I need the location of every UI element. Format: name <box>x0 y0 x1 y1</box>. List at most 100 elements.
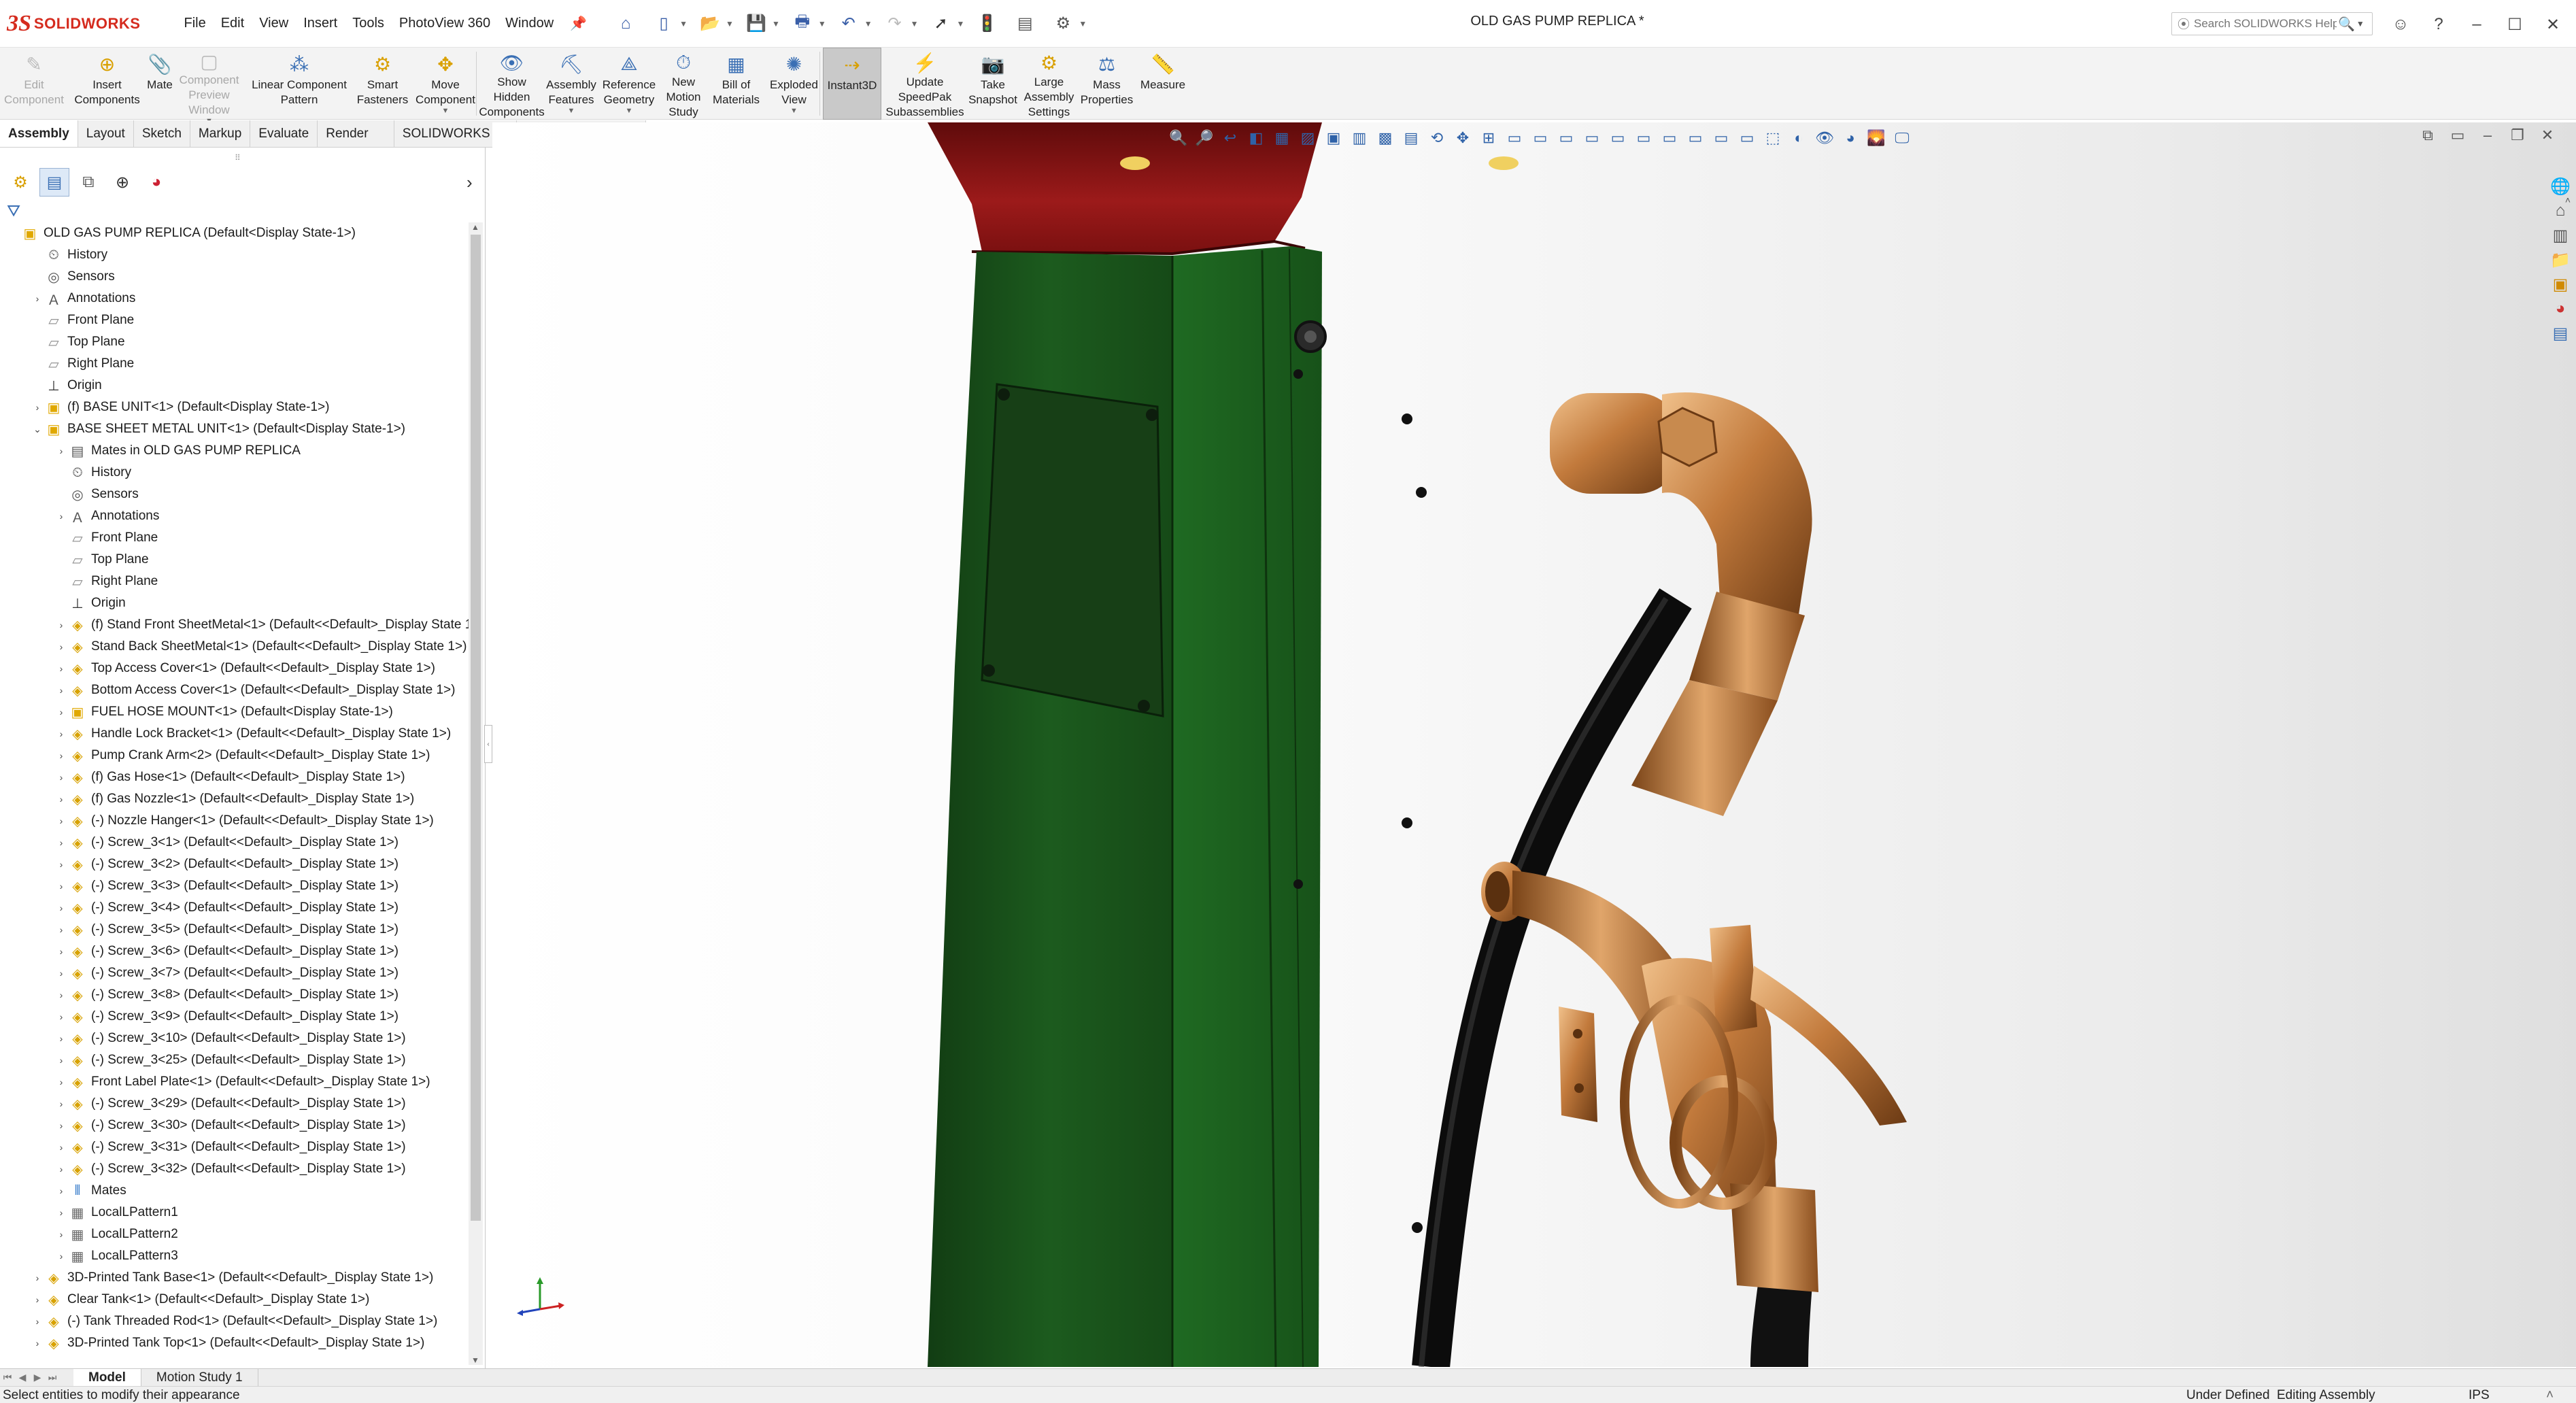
split-view-icon[interactable]: ▭ <box>2443 126 2473 144</box>
home-icon[interactable]: ⌂ <box>613 11 639 37</box>
nozzle-lever[interactable] <box>1750 966 1907 1126</box>
tree-item[interactable]: › ◈ (-) Screw_3<29> (Default<<Default>_Dis… <box>0 1093 469 1115</box>
solidworks-resources-icon[interactable]: 🌐 <box>2547 174 2573 199</box>
chevron-down-icon[interactable]: ▼ <box>957 19 965 29</box>
tree-item[interactable]: › ◈ Clear Tank<1> (Default<<Default>_Displ… <box>0 1289 469 1311</box>
tree-item[interactable]: › ◈ (-) Screw_3<2> (Default<<Default>_Disp… <box>0 853 469 875</box>
linear-pattern-button[interactable]: ⁂ Linear Component Pattern <box>245 48 354 120</box>
reference-geometry-button[interactable]: ⟁ Reference Geometry ▼ <box>598 48 660 120</box>
expand-toggle-icon[interactable]: › <box>31 1338 44 1349</box>
filter-icon[interactable]: ⛛ <box>7 202 20 221</box>
redo-icon[interactable]: ↷ <box>882 11 908 37</box>
tree-item[interactable]: › ◈ (-) Screw_3<1> (Default<<Default>_Disp… <box>0 832 469 853</box>
expand-toggle-icon[interactable]: › <box>54 946 68 957</box>
expand-toggle-icon[interactable]: › <box>54 707 68 717</box>
tree-item[interactable]: › ◈ Handle Lock Bracket<1> (Default<<Defau… <box>0 723 469 745</box>
expand-toggle-icon[interactable]: › <box>54 1185 68 1196</box>
appearance-sphere-icon[interactable]: ◕ <box>1837 126 1863 150</box>
standard-view-6-icon[interactable]: ▭ <box>1631 126 1657 150</box>
expand-toggle-icon[interactable]: › <box>54 1164 68 1174</box>
expand-toggle-icon[interactable]: › <box>54 924 68 935</box>
expand-toggle-icon[interactable]: › <box>54 1011 68 1022</box>
motion-study-button[interactable]: ⏱ New Motion Study <box>660 48 707 120</box>
standard-view-7-icon[interactable]: ▭ <box>1657 126 1682 150</box>
standard-view-3-icon[interactable]: ▭ <box>1553 126 1579 150</box>
standard-view-9-icon[interactable]: ▭ <box>1708 126 1734 150</box>
maximize-icon[interactable]: ☐ <box>2501 11 2528 38</box>
expand-toggle-icon[interactable]: › <box>54 1251 68 1262</box>
chevron-down-icon[interactable]: ▼ <box>726 19 734 29</box>
smart-fasteners-button[interactable]: ⚙ Smart Fasteners <box>354 48 411 120</box>
tree-item[interactable]: › ▣ FUEL HOSE MOUNT<1> (Default<Display St… <box>0 701 469 723</box>
previous-view-icon[interactable]: ↩ <box>1217 126 1243 150</box>
orientation-cube-icon[interactable]: ⬚ <box>1760 126 1786 150</box>
menu-edit[interactable]: Edit <box>221 16 244 31</box>
expand-toggle-icon[interactable]: › <box>54 772 68 783</box>
menu-insert[interactable]: Insert <box>303 16 337 31</box>
dimxpert-tab-icon[interactable]: ⊕ <box>107 168 137 197</box>
tree-item[interactable]: › ▤ Mates in OLD GAS PUMP REPLICA <box>0 440 469 462</box>
menu-file[interactable]: File <box>184 16 205 31</box>
tab-markup[interactable]: Markup <box>190 120 251 147</box>
gas-pump-model[interactable] <box>492 122 2576 1367</box>
tree-item[interactable]: ▣ OLD GAS PUMP REPLICA (Default<Display S… <box>0 222 469 244</box>
save-icon[interactable]: 💾 <box>743 11 769 37</box>
tile-window-icon[interactable]: ⧉ <box>2413 126 2443 144</box>
bill-of-materials-button[interactable]: ▦ Bill of Materials <box>707 48 765 120</box>
panel-grip-icon[interactable]: ⠿ <box>235 153 241 163</box>
expand-toggle-icon[interactable]: › <box>31 1272 44 1283</box>
snapshot-button[interactable]: 📷 Take Snapshot <box>966 48 1020 120</box>
search-icon[interactable]: 🔍 <box>2338 16 2355 33</box>
expand-toggle-icon[interactable]: › <box>54 902 68 913</box>
configurationmanager-tab-icon[interactable]: ⧉ <box>73 168 103 197</box>
displaymanager-tab-icon[interactable]: ◕ <box>141 168 171 197</box>
print-icon[interactable]: 🖶 <box>790 11 815 37</box>
select-arrow-icon[interactable]: ➚ <box>928 11 954 37</box>
tree-item[interactable]: › ⫴ Mates <box>0 1180 469 1202</box>
hide-show-icon[interactable]: 👁 <box>1812 126 1837 150</box>
expand-toggle-icon[interactable]: ⌄ <box>31 424 44 435</box>
chevron-down-icon[interactable]: ▼ <box>626 107 633 115</box>
tree-item[interactable]: ◎ Sensors <box>0 266 469 288</box>
green-side-panel[interactable] <box>1172 246 1322 1367</box>
panel-splitter-handle[interactable]: ‹ <box>484 725 492 763</box>
expand-toggle-icon[interactable]: › <box>54 1098 68 1109</box>
appearances-icon[interactable]: ◕ <box>2547 297 2573 321</box>
insert-components-button[interactable]: ⊕ Insert Components <box>74 48 139 120</box>
expand-toggle-icon[interactable]: › <box>54 859 68 870</box>
zoom-to-fit-icon[interactable]: 🔍 <box>1166 126 1191 150</box>
tree-item[interactable]: › ▣ (f) BASE UNIT<1> (Default<Display Stat… <box>0 396 469 418</box>
tree-item[interactable]: › ◈ (-) Screw_3<7> (Default<<Default>_Disp… <box>0 962 469 984</box>
menu-tools[interactable]: Tools <box>352 16 384 31</box>
tree-item[interactable]: ⌄ ▣ BASE SHEET METAL UNIT<1> (Default<Disp… <box>0 418 469 440</box>
expand-toggle-icon[interactable]: › <box>54 815 68 826</box>
solidworks-logo[interactable]: 3S SOLIDWORKS <box>7 0 140 48</box>
expand-toggle-icon[interactable]: › <box>54 620 68 630</box>
tree-item[interactable]: ▱ Top Plane <box>0 549 469 571</box>
standard-view-2-icon[interactable]: ▭ <box>1527 126 1553 150</box>
new-document-icon[interactable]: ▯ <box>651 11 677 37</box>
chevron-down-icon[interactable]: ▼ <box>790 107 798 115</box>
tree-item[interactable]: › ◈ (-) Screw_3<32> (Default<<Default>_Dis… <box>0 1158 469 1180</box>
scene-icon[interactable]: 🌄 <box>1863 126 1889 150</box>
tree-item[interactable]: › ◈ (-) Tank Threaded Rod<1> (Default<<Def… <box>0 1311 469 1332</box>
tab-evaluate[interactable]: Evaluate <box>250 120 318 147</box>
tree-item[interactable]: › ◈ 3D-Printed Tank Base<1> (Default<<Defa… <box>0 1267 469 1289</box>
tree-item[interactable]: › ▦ LocalLPattern1 <box>0 1202 469 1223</box>
expand-toggle-icon[interactable]: › <box>54 1229 68 1240</box>
tree-item[interactable]: › ◈ (-) Screw_3<6> (Default<<Default>_Disp… <box>0 941 469 962</box>
scrollbar-thumb[interactable] <box>471 235 481 1221</box>
tree-item[interactable]: › ▦ LocalLPattern2 <box>0 1223 469 1245</box>
measure-button[interactable]: 📏 Measure <box>1136 48 1190 120</box>
scroll-up-icon[interactable]: ▲ <box>471 222 479 232</box>
expand-toggle-icon[interactable]: › <box>31 402 44 413</box>
user-account-icon[interactable]: ☺ <box>2387 11 2414 38</box>
tree-item[interactable]: ◎ Sensors <box>0 484 469 505</box>
custom-properties-icon[interactable]: ▤ <box>2547 321 2573 345</box>
tab-assembly[interactable]: Assembly <box>0 120 78 147</box>
tree-item[interactable]: ⊥ Origin <box>0 592 469 614</box>
standard-view-5-icon[interactable]: ▭ <box>1605 126 1631 150</box>
view-settings-icon[interactable]: ▤ <box>1398 126 1424 150</box>
chevron-down-icon[interactable]: ▼ <box>864 19 872 29</box>
menu-window[interactable]: Window <box>505 16 554 31</box>
